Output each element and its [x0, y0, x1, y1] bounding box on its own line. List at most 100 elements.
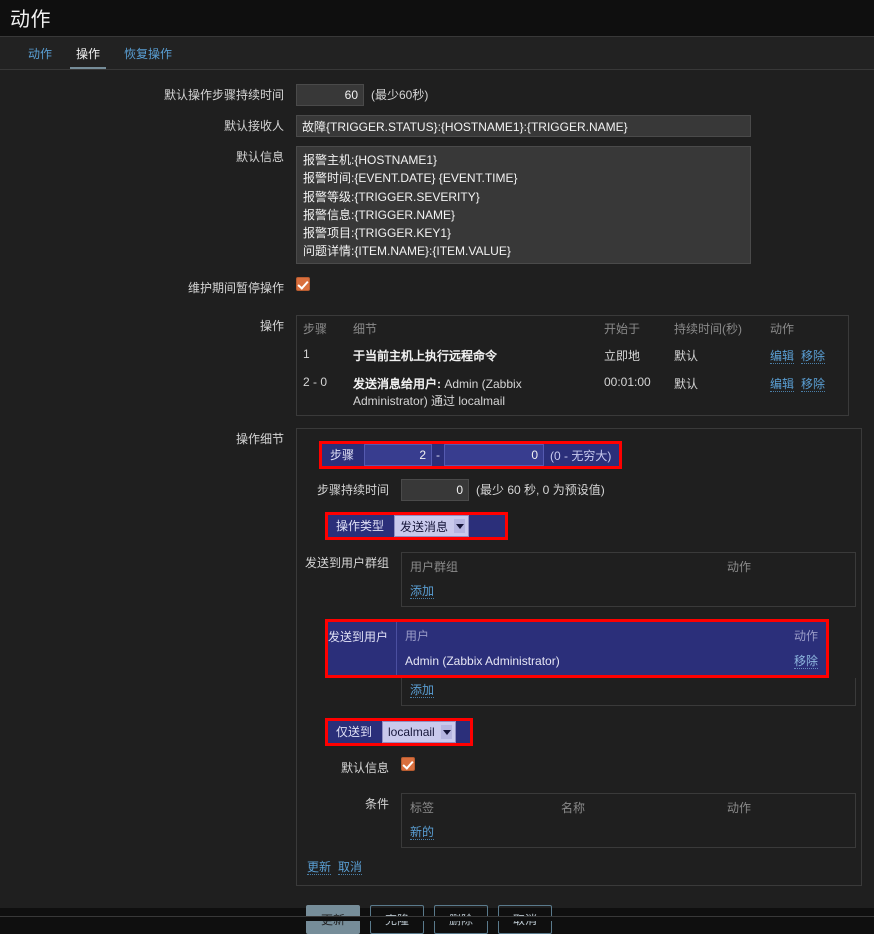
operation-type-select[interactable]: 发送消息: [394, 515, 470, 537]
default-subject-label: 默认接收人: [223, 119, 284, 133]
field-default-message: 默认信息 报警主机:{HOSTNAME1} 报警时间:{EVENT.DATE} …: [0, 146, 874, 264]
users-header-row: 用户 动作: [397, 622, 826, 648]
tab-bar: 动作 操作 恢复操作: [0, 37, 874, 70]
operations-col-action: 动作: [770, 322, 795, 336]
remove-operation-link[interactable]: 移除: [801, 377, 826, 392]
table-row: 1 于当前主机上执行远程命令 立即地 默认 编辑 移除: [297, 342, 848, 370]
conditions-col-label: 标签: [410, 801, 435, 815]
operation-duration: 默认: [674, 349, 699, 363]
conditions-label: 条件: [364, 797, 389, 811]
send-only-to-value: localmail: [388, 725, 435, 739]
details-cancel-link[interactable]: 取消: [338, 860, 363, 875]
field-operations: 操作 步骤 细节 开始于 持续时间(秒) 动作 1 于当前主机上执行远程命令 立…: [0, 315, 874, 416]
users-add-row: 添加: [402, 678, 855, 705]
step-duration-input[interactable]: [401, 479, 469, 501]
conditions-header-row: 标签 名称 动作: [402, 794, 855, 820]
default-subject-input[interactable]: [296, 115, 751, 137]
operations-col-details: 细节: [353, 322, 378, 336]
send-only-to-select[interactable]: localmail: [382, 721, 457, 743]
operation-actions: 编辑 移除: [764, 370, 848, 415]
user-name: Admin (Zabbix Administrator): [405, 653, 560, 668]
field-conditions: 条件 标签 名称 动作 新的: [297, 793, 861, 848]
operations-col-duration: 持续时间(秒): [674, 322, 742, 336]
details-default-message-label: 默认信息: [340, 761, 389, 775]
user-groups-col-group: 用户群组: [410, 560, 459, 574]
user-groups-add-cell: 添加: [402, 579, 855, 606]
field-details-default-message: 默认信息: [297, 757, 861, 779]
action-form: 默认操作步骤持续时间 (最少60秒) 默认接收人 默认信息 报警主机:{HOST…: [0, 70, 874, 934]
steps-from-input[interactable]: [364, 444, 433, 466]
users-add-container: 添加: [401, 678, 856, 706]
add-user-group-link[interactable]: 添加: [410, 584, 435, 599]
steps-label: 步骤: [330, 448, 355, 462]
field-pause-maintenance: 维护期间暂停操作: [0, 277, 874, 299]
conditions-add-row: 新的: [402, 820, 855, 847]
bottom-divider: [0, 916, 874, 921]
operation-details: 发送消息给用户: Admin (Zabbix Administrator) 通过…: [347, 370, 598, 415]
operation-details-footer: 更新 取消: [297, 854, 861, 875]
default-step-duration-input[interactable]: [296, 84, 364, 106]
chevron-down-icon: [441, 725, 453, 739]
user-groups-col-action: 动作: [727, 560, 752, 574]
conditions-col-name: 名称: [561, 801, 586, 815]
tab-action[interactable]: 动作: [16, 41, 64, 69]
users-add-cell: 添加: [402, 678, 855, 705]
operations-col-step: 步骤: [303, 322, 328, 336]
operation-start: 立即地: [604, 349, 641, 363]
steps-dash: -: [436, 448, 441, 462]
tab-operations[interactable]: 操作: [64, 41, 112, 69]
users-col-action: 动作: [793, 629, 818, 643]
operation-step: 1: [303, 347, 310, 361]
edit-operation-link[interactable]: 编辑: [770, 349, 795, 364]
send-to-users-highlight: 发送到用户 用户 动作 Admin (Zabbix Administrator)…: [325, 619, 829, 678]
users-col-user: 用户: [405, 629, 430, 643]
field-operation-details: 操作细节 步骤 - (0 - 无穷大): [0, 428, 874, 886]
remove-user-link[interactable]: 移除: [793, 654, 818, 669]
operation-step: 2 - 0: [303, 375, 328, 389]
operations-table: 步骤 细节 开始于 持续时间(秒) 动作 1 于当前主机上执行远程命令 立即地 …: [296, 315, 849, 416]
steps-highlight: 步骤 - (0 - 无穷大): [319, 441, 623, 469]
field-send-to-user-groups: 发送到用户群组 用户群组 动作 添加: [297, 552, 861, 607]
default-message-textarea[interactable]: 报警主机:{HOSTNAME1} 报警时间:{EVENT.DATE} {EVEN…: [296, 146, 751, 264]
remove-operation-link[interactable]: 移除: [801, 349, 826, 364]
pause-maintenance-label: 维护期间暂停操作: [187, 281, 284, 295]
operation-type-value: 发送消息: [400, 519, 449, 534]
operation-details-panel: 步骤 - (0 - 无穷大) 步骤持续时间 (最少 60 秒, 0 为预设值): [296, 428, 862, 886]
field-operation-type: 操作类型 发送消息: [297, 512, 861, 540]
add-user-link[interactable]: 添加: [410, 683, 435, 698]
user-action-cell: 移除: [690, 648, 826, 675]
send-to-users-label: 发送到用户: [328, 630, 389, 644]
steps-to-input[interactable]: [444, 444, 545, 466]
details-default-message-checkbox[interactable]: [401, 757, 415, 771]
tab-recovery-operations[interactable]: 恢复操作: [112, 41, 184, 69]
user-groups-header-row: 用户群组 动作: [402, 553, 855, 579]
step-duration-hint: (最少 60 秒, 0 为预设值): [476, 483, 605, 497]
field-steps: 步骤 - (0 - 无穷大): [297, 441, 861, 469]
new-condition-link[interactable]: 新的: [410, 825, 435, 840]
list-item: Admin (Zabbix Administrator) 移除: [397, 648, 826, 675]
operations-header-row: 步骤 细节 开始于 持续时间(秒) 动作: [297, 316, 848, 342]
conditions-table: 标签 名称 动作 新的: [401, 793, 856, 848]
operation-details-text: 发送消息给用户:: [353, 377, 441, 391]
operation-actions: 编辑 移除: [764, 342, 848, 370]
page-title: 动作: [10, 9, 51, 31]
steps-hint: (0 - 无穷大): [550, 448, 612, 463]
user-groups-add-row: 添加: [402, 579, 855, 606]
conditions-col-action: 动作: [727, 801, 752, 815]
default-step-duration-label: 默认操作步骤持续时间: [163, 88, 284, 102]
default-step-duration-hint: (最少60秒): [371, 88, 429, 102]
send-to-users-table: 用户 动作 Admin (Zabbix Administrator) 移除: [396, 622, 826, 675]
conditions-add-cell: 新的: [402, 820, 855, 847]
operation-details: 于当前主机上执行远程命令: [347, 342, 598, 370]
operation-details-text: 于当前主机上执行远程命令: [353, 349, 498, 363]
user-groups-table: 用户群组 动作 添加: [401, 552, 856, 607]
operation-type-label: 操作类型: [336, 519, 385, 533]
details-update-link[interactable]: 更新: [307, 860, 332, 875]
operation-type-highlight: 操作类型 发送消息: [325, 512, 509, 540]
field-send-to-users: 发送到用户 用户 动作 Admin (Zabbix Administrator)…: [297, 619, 861, 678]
operation-details-label: 操作细节: [235, 432, 284, 446]
send-only-to-highlight: 仅送到 localmail: [325, 718, 474, 746]
edit-operation-link[interactable]: 编辑: [770, 377, 795, 392]
operations-col-start: 开始于: [604, 322, 641, 336]
pause-maintenance-checkbox[interactable]: [296, 277, 310, 291]
